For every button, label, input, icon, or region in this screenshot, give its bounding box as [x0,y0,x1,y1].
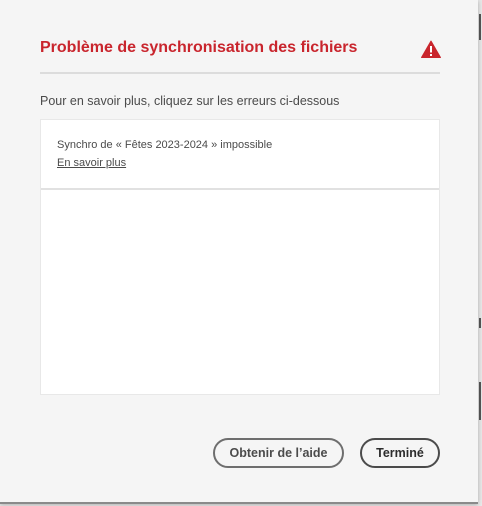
title-divider [40,72,440,74]
done-button[interactable]: Terminé [360,438,440,468]
error-message: Synchro de « Fêtes 2023-2024 » impossibl… [57,139,273,151]
background-edge-mark [479,14,481,40]
warning-icon [421,40,441,58]
error-list-item[interactable]: Synchro de « Fêtes 2023-2024 » impossibl… [41,120,439,190]
background-edge-mark [479,318,481,328]
background-edge-right [478,0,482,506]
get-help-button[interactable]: Obtenir de l’aide [213,438,344,468]
dialog-subtitle: Pour en savoir plus, cliquez sur les err… [40,94,340,108]
sync-error-dialog: Problème de synchronisation des fichiers… [0,0,478,504]
dialog-title: Problème de synchronisation des fichiers [40,39,358,56]
learn-more-link[interactable]: En savoir plus [57,157,126,169]
error-list: Synchro de « Fêtes 2023-2024 » impossibl… [40,119,440,395]
background-edge-mark [479,382,481,420]
